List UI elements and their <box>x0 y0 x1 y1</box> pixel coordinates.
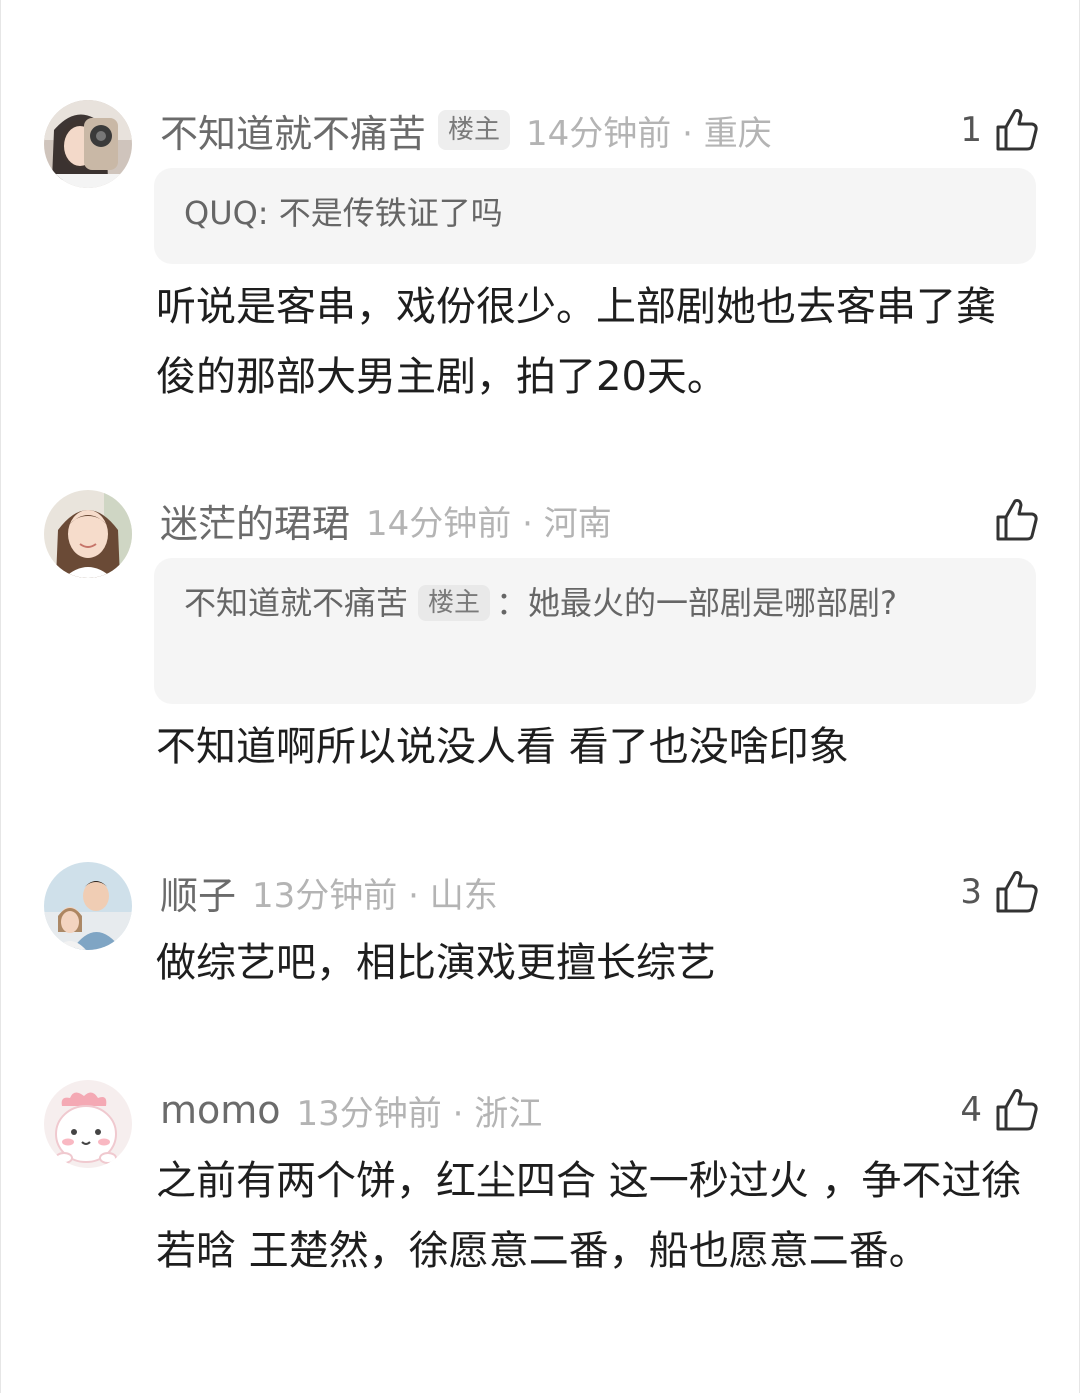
username[interactable]: momo <box>160 1088 281 1132</box>
thumb-up-icon <box>996 1089 1038 1131</box>
comment-item: momo 13分钟前 · 浙江 4 之前有两个饼，红尘四合 这一秒过火 ，争不过… <box>0 0 1080 1393</box>
like-count: 4 <box>960 1090 982 1130</box>
avatar[interactable] <box>44 1080 132 1168</box>
comment-text: 之前有两个饼，红尘四合 这一秒过火 ，争不过徐若晗 王楚然，徐愿意二番，船也愿意… <box>156 1158 1022 1274</box>
comment-meta: 13分钟前 · 浙江 <box>296 1093 543 1134</box>
like-button[interactable]: 4 <box>960 1080 1040 1140</box>
comment-header: momo 13分钟前 · 浙江 4 <box>160 1080 1040 1140</box>
